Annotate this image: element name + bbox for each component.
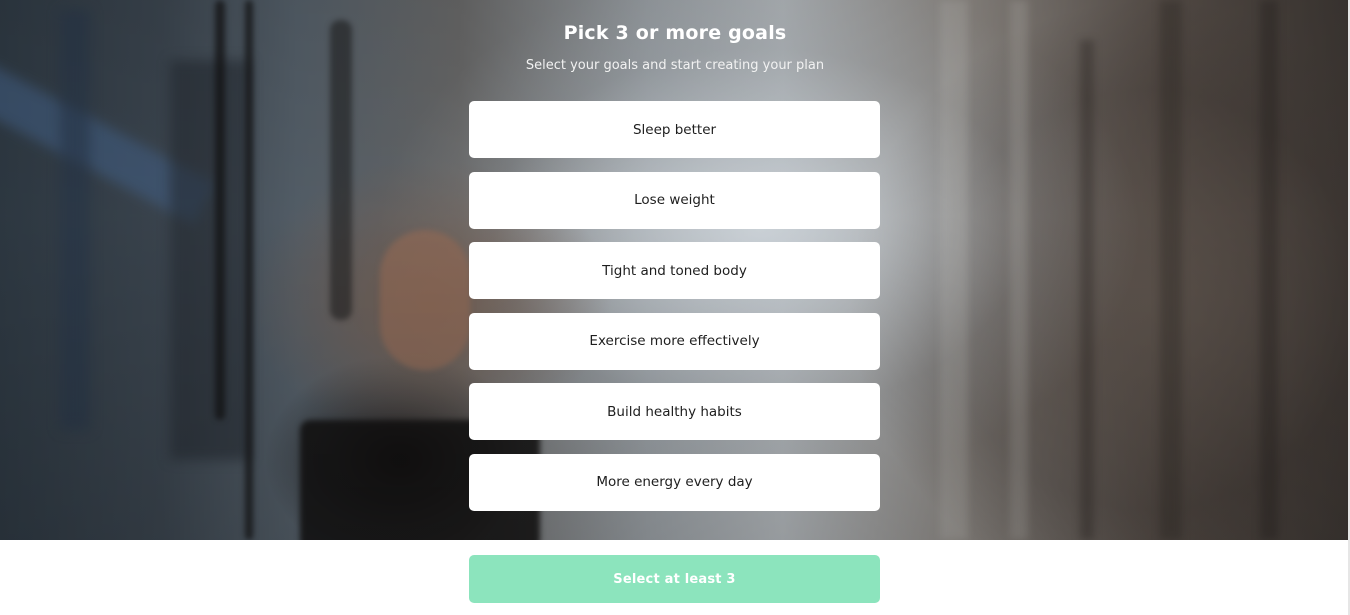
continue-button[interactable]: Select at least 3 <box>469 555 880 603</box>
page-title: Pick 3 or more goals <box>563 22 787 44</box>
goal-options-list: Sleep better Lose weight Tight and toned… <box>469 101 880 511</box>
goal-option-exercise-effectively[interactable]: Exercise more effectively <box>469 312 880 370</box>
goal-option-healthy-habits[interactable]: Build healthy habits <box>469 383 880 441</box>
goal-option-lose-weight[interactable]: Lose weight <box>469 171 880 229</box>
goal-option-sleep-better[interactable]: Sleep better <box>469 101 880 158</box>
goal-option-tight-toned-body[interactable]: Tight and toned body <box>469 242 880 300</box>
goal-selection-page: Pick 3 or more goals Select your goals a… <box>0 0 1350 615</box>
page-subtitle: Select your goals and start creating you… <box>525 58 825 73</box>
goal-option-more-energy[interactable]: More energy every day <box>469 453 880 511</box>
